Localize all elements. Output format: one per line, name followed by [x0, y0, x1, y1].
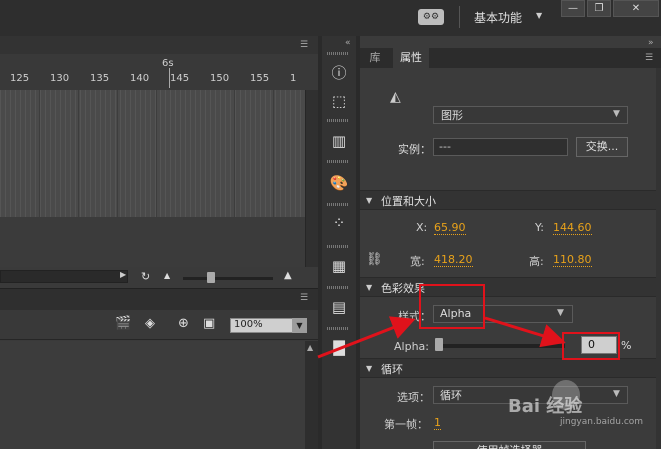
annotation-arrow [484, 316, 566, 348]
annotation-arrow [317, 316, 416, 359]
watermark-brand: Bai 经验 [508, 396, 583, 417]
watermark-url: jingyan.baidu.com [560, 417, 644, 427]
